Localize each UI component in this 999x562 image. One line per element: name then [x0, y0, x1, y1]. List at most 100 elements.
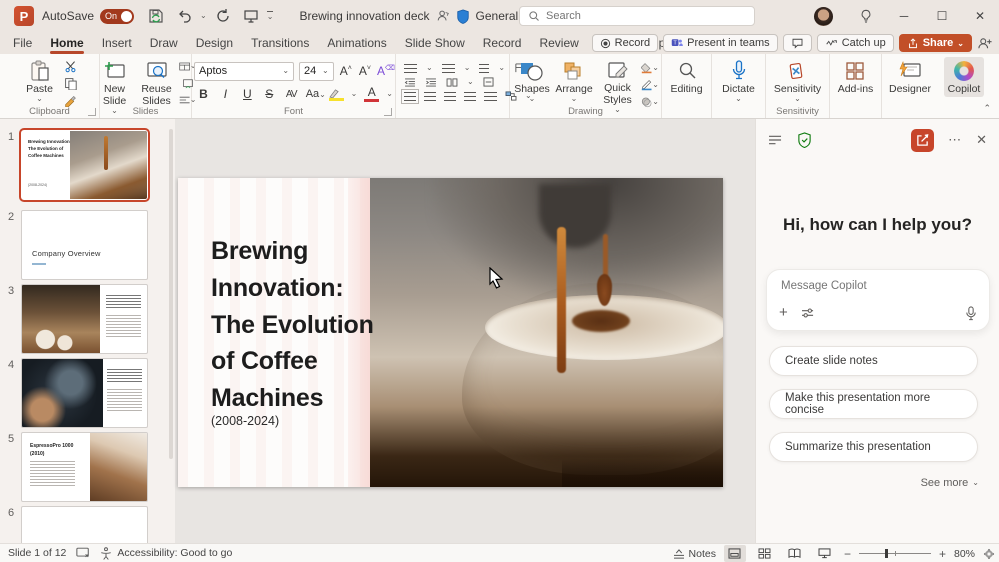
share-button[interactable]: Share ⌄	[898, 34, 972, 52]
align-text-icon[interactable]	[483, 77, 494, 87]
grow-font-button[interactable]: A˄	[339, 64, 353, 78]
voice-input-icon[interactable]	[965, 306, 977, 321]
shapes-button[interactable]: Shapes ⌄	[512, 57, 552, 105]
user-avatar[interactable]	[814, 6, 833, 26]
bold-button[interactable]: B	[196, 87, 211, 101]
highlight-chevron[interactable]: ⌄	[351, 90, 358, 98]
tab-record[interactable]: Record	[474, 32, 531, 54]
zoom-level[interactable]: 80%	[954, 548, 975, 560]
font-dialog-launcher[interactable]	[384, 108, 392, 116]
slide-sorter-view-button[interactable]	[754, 545, 776, 562]
underline-button[interactable]: U	[240, 87, 255, 101]
format-painter-icon[interactable]	[62, 93, 80, 107]
thumbnail-slide-2[interactable]: 2 Company Overview	[0, 209, 175, 282]
start-slideshow-icon[interactable]	[239, 4, 263, 28]
sensitivity-shield-icon[interactable]	[456, 8, 470, 24]
minimize-button[interactable]: ─	[885, 0, 923, 32]
designer-button[interactable]: Designer	[886, 57, 934, 97]
highlight-button[interactable]	[328, 88, 344, 101]
more-options-icon[interactable]: ⋯	[948, 132, 962, 148]
search-input[interactable]	[546, 10, 726, 22]
tab-review[interactable]: Review	[530, 32, 587, 54]
increase-indent-icon[interactable]	[425, 77, 437, 87]
document-title[interactable]: Brewing innovation deck	[299, 9, 429, 23]
editing-button[interactable]: Editing	[667, 57, 707, 97]
thumbnail-scrollbar[interactable]	[169, 129, 173, 459]
redo-icon[interactable]	[211, 4, 235, 28]
reading-view-button[interactable]	[784, 545, 806, 562]
add-people-icon[interactable]	[977, 36, 993, 50]
clear-formatting-button[interactable]: A⌫	[377, 64, 395, 78]
catch-up-button[interactable]: Catch up	[816, 34, 894, 52]
zoom-slider-thumb[interactable]	[884, 549, 888, 558]
shrink-font-button[interactable]: A˅	[358, 64, 372, 78]
comments-button[interactable]	[782, 34, 812, 52]
font-color-button[interactable]: A	[364, 85, 380, 103]
font-color-chevron[interactable]: ⌄	[386, 90, 393, 98]
slide-photo[interactable]	[370, 178, 723, 487]
add-ins-button[interactable]: Add-ins	[835, 57, 877, 97]
add-content-icon[interactable]: +	[779, 304, 788, 321]
change-case-button[interactable]: Aa⌄	[306, 88, 326, 100]
copilot-message-card[interactable]: +	[766, 269, 990, 331]
see-more-link[interactable]: See more ⌄	[921, 477, 979, 489]
customize-qat-chevron[interactable]: ⌄	[266, 11, 274, 21]
powerpoint-logo-icon[interactable]: P	[14, 6, 34, 26]
record-button[interactable]: Record	[591, 34, 659, 52]
search-bar[interactable]	[519, 6, 755, 26]
dictate-button[interactable]: Dictate ⌄	[719, 57, 759, 105]
display-settings-icon[interactable]	[76, 547, 90, 559]
lightbulb-icon[interactable]	[847, 0, 885, 32]
thumbnail-slide-6[interactable]: 6	[0, 505, 175, 543]
slide-title-text[interactable]: Brewing Innovation: The Evolution of Cof…	[211, 233, 389, 417]
character-spacing-button[interactable]: AV	[284, 89, 299, 100]
suggestion-summarize[interactable]: Summarize this presentation	[769, 432, 978, 462]
tab-animations[interactable]: Animations	[318, 32, 395, 54]
justify-icon[interactable]	[464, 91, 476, 101]
slide-1-editor[interactable]: Brewing Innovation: The Evolution of Cof…	[178, 178, 723, 487]
sensitivity-button[interactable]: Sensitivity ⌄	[771, 57, 824, 105]
copilot-button[interactable]: Copilot	[944, 57, 984, 98]
italic-button[interactable]: I	[218, 87, 233, 101]
distributed-icon[interactable]	[484, 91, 497, 101]
slide-number-indicator[interactable]: Slide 1 of 12	[8, 547, 66, 559]
zoom-slider[interactable]	[858, 549, 931, 558]
thumbnail-slide-4[interactable]: 4	[0, 357, 175, 430]
options-sliders-icon[interactable]	[801, 307, 815, 319]
autosave-toggle[interactable]: On	[100, 8, 135, 24]
maximize-button[interactable]: ☐	[923, 0, 961, 32]
line-spacing-icon[interactable]	[479, 63, 490, 73]
arrange-button[interactable]: Arrange ⌄	[554, 57, 594, 105]
font-name-select[interactable]: Aptos ⌄	[194, 61, 295, 81]
shape-fill-icon[interactable]: ⌄	[641, 61, 659, 75]
strikethrough-button[interactable]: S	[262, 87, 277, 101]
tab-transitions[interactable]: Transitions	[242, 32, 318, 54]
notes-toggle[interactable]: Notes	[673, 548, 716, 560]
suggestion-make-concise[interactable]: Make this presentation more concise	[769, 389, 978, 419]
align-center-icon[interactable]	[424, 91, 436, 101]
slideshow-view-button[interactable]	[814, 545, 836, 562]
thumbnail-slide-5[interactable]: 5 EspressoPro 1000 (2010)	[0, 431, 175, 504]
present-in-teams-button[interactable]: T Present in teams	[663, 34, 778, 52]
copilot-message-input[interactable]	[781, 280, 961, 292]
close-copilot-icon[interactable]: ✕	[976, 132, 987, 148]
fit-to-window-icon[interactable]	[983, 548, 995, 560]
shape-outline-icon[interactable]: ⌄	[641, 78, 659, 92]
columns-icon[interactable]	[446, 77, 458, 87]
close-button[interactable]: ✕	[961, 0, 999, 32]
tab-design[interactable]: Design	[187, 32, 242, 54]
paste-button[interactable]: Paste ⌄	[20, 57, 60, 105]
tab-slide-show[interactable]: Slide Show	[396, 32, 474, 54]
save-icon[interactable]	[144, 4, 168, 28]
bullets-icon[interactable]	[404, 63, 417, 73]
normal-view-button[interactable]	[723, 545, 746, 562]
autosave-control[interactable]: AutoSave On	[42, 8, 135, 24]
slide-canvas[interactable]: Brewing Innovation: The Evolution of Cof…	[175, 119, 755, 543]
new-chat-button[interactable]	[911, 128, 935, 152]
slide-subtitle-text[interactable]: (2008-2024)	[211, 414, 279, 428]
align-left-icon[interactable]	[401, 88, 419, 104]
zoom-in-button[interactable]: +	[939, 547, 946, 561]
cut-icon[interactable]	[62, 59, 80, 73]
thumbnail-slide-1[interactable]: 1 Brewing Innovation: The Evolution of C…	[0, 128, 175, 202]
collapse-ribbon-chevron[interactable]: ⌃	[983, 103, 991, 114]
